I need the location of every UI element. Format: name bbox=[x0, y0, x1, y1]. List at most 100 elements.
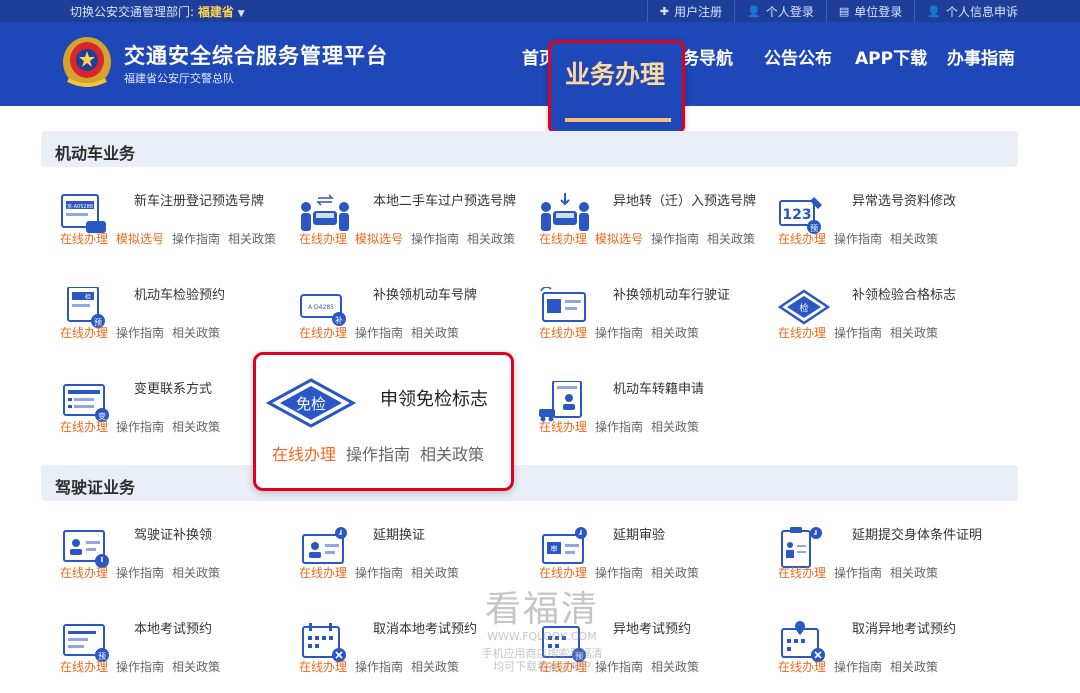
online-link[interactable]: 在线办理 bbox=[778, 232, 826, 246]
register-link[interactable]: ✚ 用户注册 bbox=[646, 0, 734, 22]
online-link[interactable]: 在线办理 bbox=[272, 445, 336, 464]
plate-sim-link[interactable]: 模拟选号 bbox=[355, 232, 403, 246]
nav-service-guide[interactable]: 务导航 bbox=[682, 44, 733, 74]
chevron-down-icon[interactable]: ▼ bbox=[238, 9, 245, 19]
plate-sim-link[interactable]: 模拟选号 bbox=[116, 232, 164, 246]
guide-link[interactable]: 操作指南 bbox=[834, 566, 882, 580]
department-label: 切换公安交通管理部门: bbox=[70, 5, 195, 19]
policy-link[interactable]: 相关政策 bbox=[411, 566, 459, 580]
service-inspection-booking[interactable]: 检 预 机动车检验预约 在线办理 操作指南 相关政策 bbox=[60, 281, 290, 351]
service-name: 延期提交身体条件证明 bbox=[852, 528, 983, 543]
policy-link[interactable]: 相关政策 bbox=[890, 566, 938, 580]
policy-link[interactable]: 相关政策 bbox=[651, 566, 699, 580]
guide-link[interactable]: 操作指南 bbox=[651, 232, 699, 246]
guide-link[interactable]: 操作指南 bbox=[834, 326, 882, 340]
plate-sim-link[interactable]: 模拟选号 bbox=[595, 232, 643, 246]
online-link[interactable]: 在线办理 bbox=[778, 566, 826, 580]
service-cancel-remote-exam[interactable]: 取消异地考试预约 在线办理 操作指南 相关政策 bbox=[778, 615, 1008, 685]
document-icon: ▤ bbox=[838, 4, 850, 18]
service-exemption-mark-highlight[interactable]: 免检 申领免检标志 在线办理 操作指南 相关政策 bbox=[253, 352, 514, 491]
guide-link[interactable]: 操作指南 bbox=[595, 326, 643, 340]
policy-link[interactable]: 相关政策 bbox=[651, 326, 699, 340]
policy-link[interactable]: 相关政策 bbox=[651, 660, 699, 674]
policy-link[interactable]: 相关政策 bbox=[467, 232, 515, 246]
policy-link[interactable]: 相关政策 bbox=[172, 326, 220, 340]
guide-link[interactable]: 操作指南 bbox=[595, 566, 643, 580]
online-link[interactable]: 在线办理 bbox=[60, 420, 108, 434]
guide-link[interactable]: 操作指南 bbox=[116, 566, 164, 580]
policy-link[interactable]: 相关政策 bbox=[411, 326, 459, 340]
online-link[interactable]: 在线办理 bbox=[299, 566, 347, 580]
service-transfer-in-plate[interactable]: 异地转（迁）入预选号牌 在线办理 模拟选号 操作指南 相关政策 bbox=[539, 187, 769, 257]
policy-link[interactable]: 相关政策 bbox=[890, 232, 938, 246]
department-value[interactable]: 福建省 bbox=[198, 5, 234, 19]
service-name: 机动车转籍申请 bbox=[613, 382, 705, 397]
guide-link[interactable]: 操作指南 bbox=[355, 326, 403, 340]
online-link[interactable]: 在线办理 bbox=[778, 326, 826, 340]
service-local-used-car-plate[interactable]: 本地二手车过户预选号牌 在线办理 模拟选号 操作指南 相关政策 bbox=[299, 187, 529, 257]
service-name: 补换领机动车号牌 bbox=[373, 288, 478, 303]
online-link[interactable]: 在线办理 bbox=[778, 660, 826, 674]
appeal-link[interactable]: 👤 个人信息申诉 bbox=[914, 0, 1030, 22]
guide-link[interactable]: 操作指南 bbox=[346, 445, 410, 464]
policy-link[interactable]: 相关政策 bbox=[172, 660, 220, 674]
guide-link[interactable]: 操作指南 bbox=[172, 232, 220, 246]
online-link[interactable]: 在线办理 bbox=[539, 420, 587, 434]
policy-link[interactable]: 相关政策 bbox=[420, 445, 484, 464]
online-link[interactable]: 在线办理 bbox=[539, 566, 587, 580]
policy-link[interactable]: 相关政策 bbox=[228, 232, 276, 246]
online-link[interactable]: 在线办理 bbox=[60, 566, 108, 580]
online-link[interactable]: 在线办理 bbox=[299, 660, 347, 674]
nav-notice[interactable]: 公告公布 bbox=[764, 44, 832, 74]
unit-login-link[interactable]: ▤ 单位登录 bbox=[825, 0, 914, 22]
policy-link[interactable]: 相关政策 bbox=[651, 420, 699, 434]
nav-business-active[interactable]: 业务办理 bbox=[548, 40, 685, 134]
guide-link[interactable]: 操作指南 bbox=[355, 566, 403, 580]
service-name: 延期换证 bbox=[373, 528, 426, 543]
police-emblem-icon bbox=[63, 37, 111, 87]
active-underline bbox=[565, 118, 671, 122]
policy-link[interactable]: 相关政策 bbox=[172, 420, 220, 434]
service-name: 异常选号资料修改 bbox=[852, 194, 957, 209]
nav-handling-guide[interactable]: 办事指南 bbox=[947, 44, 1015, 74]
section-vehicle-title: 机动车业务 bbox=[55, 144, 136, 163]
policy-link[interactable]: 相关政策 bbox=[890, 660, 938, 674]
service-replace-license[interactable]: 补换领机动车行驶证 在线办理 操作指南 相关政策 bbox=[539, 281, 769, 351]
svg-text:京·A05288: 京·A05288 bbox=[67, 203, 93, 210]
department-switcher[interactable]: 切换公安交通管理部门: 福建省 ▼ bbox=[70, 3, 245, 20]
service-name: 机动车检验预约 bbox=[134, 288, 226, 303]
policy-link[interactable]: 相关政策 bbox=[411, 660, 459, 674]
service-new-car-plate[interactable]: 京·A05288 新车注册登记预选号牌 在线办理 模拟选号 操作指南 相关政策 bbox=[60, 187, 290, 257]
guide-link[interactable]: 操作指南 bbox=[595, 420, 643, 434]
top-strip: 切换公安交通管理部门: 福建省 ▼ ✚ 用户注册 👤 个人登录 ▤ 单位登录 👤 个人信… bbox=[0, 0, 1080, 22]
guide-link[interactable]: 操作指南 bbox=[834, 660, 882, 674]
service-replace-plate[interactable]: A·D4285 补 补换领机动车号牌 在线办理 操作指南 相关政策 bbox=[299, 281, 529, 351]
guide-link[interactable]: 操作指南 bbox=[116, 420, 164, 434]
online-link[interactable]: 在线办理 bbox=[60, 326, 108, 340]
online-link[interactable]: 在线办理 bbox=[60, 232, 108, 246]
service-local-exam-booking[interactable]: 预 本地考试预约 在线办理 操作指南 相关政策 bbox=[60, 615, 290, 685]
personal-login-link[interactable]: 👤 个人登录 bbox=[734, 0, 826, 22]
guide-link[interactable]: 操作指南 bbox=[116, 326, 164, 340]
policy-link[interactable]: 相关政策 bbox=[890, 326, 938, 340]
online-link[interactable]: 在线办理 bbox=[60, 660, 108, 674]
guide-link[interactable]: 操作指南 bbox=[834, 232, 882, 246]
nav-app-download[interactable]: APP下载 bbox=[855, 44, 927, 74]
service-name: 异地考试预约 bbox=[613, 622, 692, 637]
service-inspection-mark[interactable]: 检 补领检验合格标志 在线办理 操作指南 相关政策 bbox=[778, 281, 1008, 351]
nav-home[interactable]: 首页 bbox=[522, 44, 548, 74]
guide-link[interactable]: 操作指南 bbox=[116, 660, 164, 674]
policy-link[interactable]: 相关政策 bbox=[172, 566, 220, 580]
service-extend-health-proof[interactable]: 延期提交身体条件证明 在线办理 操作指南 相关政策 bbox=[778, 521, 1008, 591]
guide-link[interactable]: 操作指南 bbox=[355, 660, 403, 674]
service-license-replace[interactable]: 驾驶证补换领 在线办理 操作指南 相关政策 bbox=[60, 521, 290, 591]
guide-link[interactable]: 操作指南 bbox=[411, 232, 459, 246]
service-name: 异地转（迁）入预选号牌 bbox=[613, 194, 757, 209]
service-vehicle-transfer[interactable]: 机动车转籍申请 在线办理 操作指南 相关政策 bbox=[539, 375, 769, 445]
service-abnormal-plate-edit[interactable]: 123 预 异常选号资料修改 在线办理 操作指南 相关政策 bbox=[778, 187, 1008, 257]
online-link[interactable]: 在线办理 bbox=[539, 232, 587, 246]
online-link[interactable]: 在线办理 bbox=[299, 326, 347, 340]
policy-link[interactable]: 相关政策 bbox=[707, 232, 755, 246]
online-link[interactable]: 在线办理 bbox=[299, 232, 347, 246]
online-link[interactable]: 在线办理 bbox=[539, 326, 587, 340]
